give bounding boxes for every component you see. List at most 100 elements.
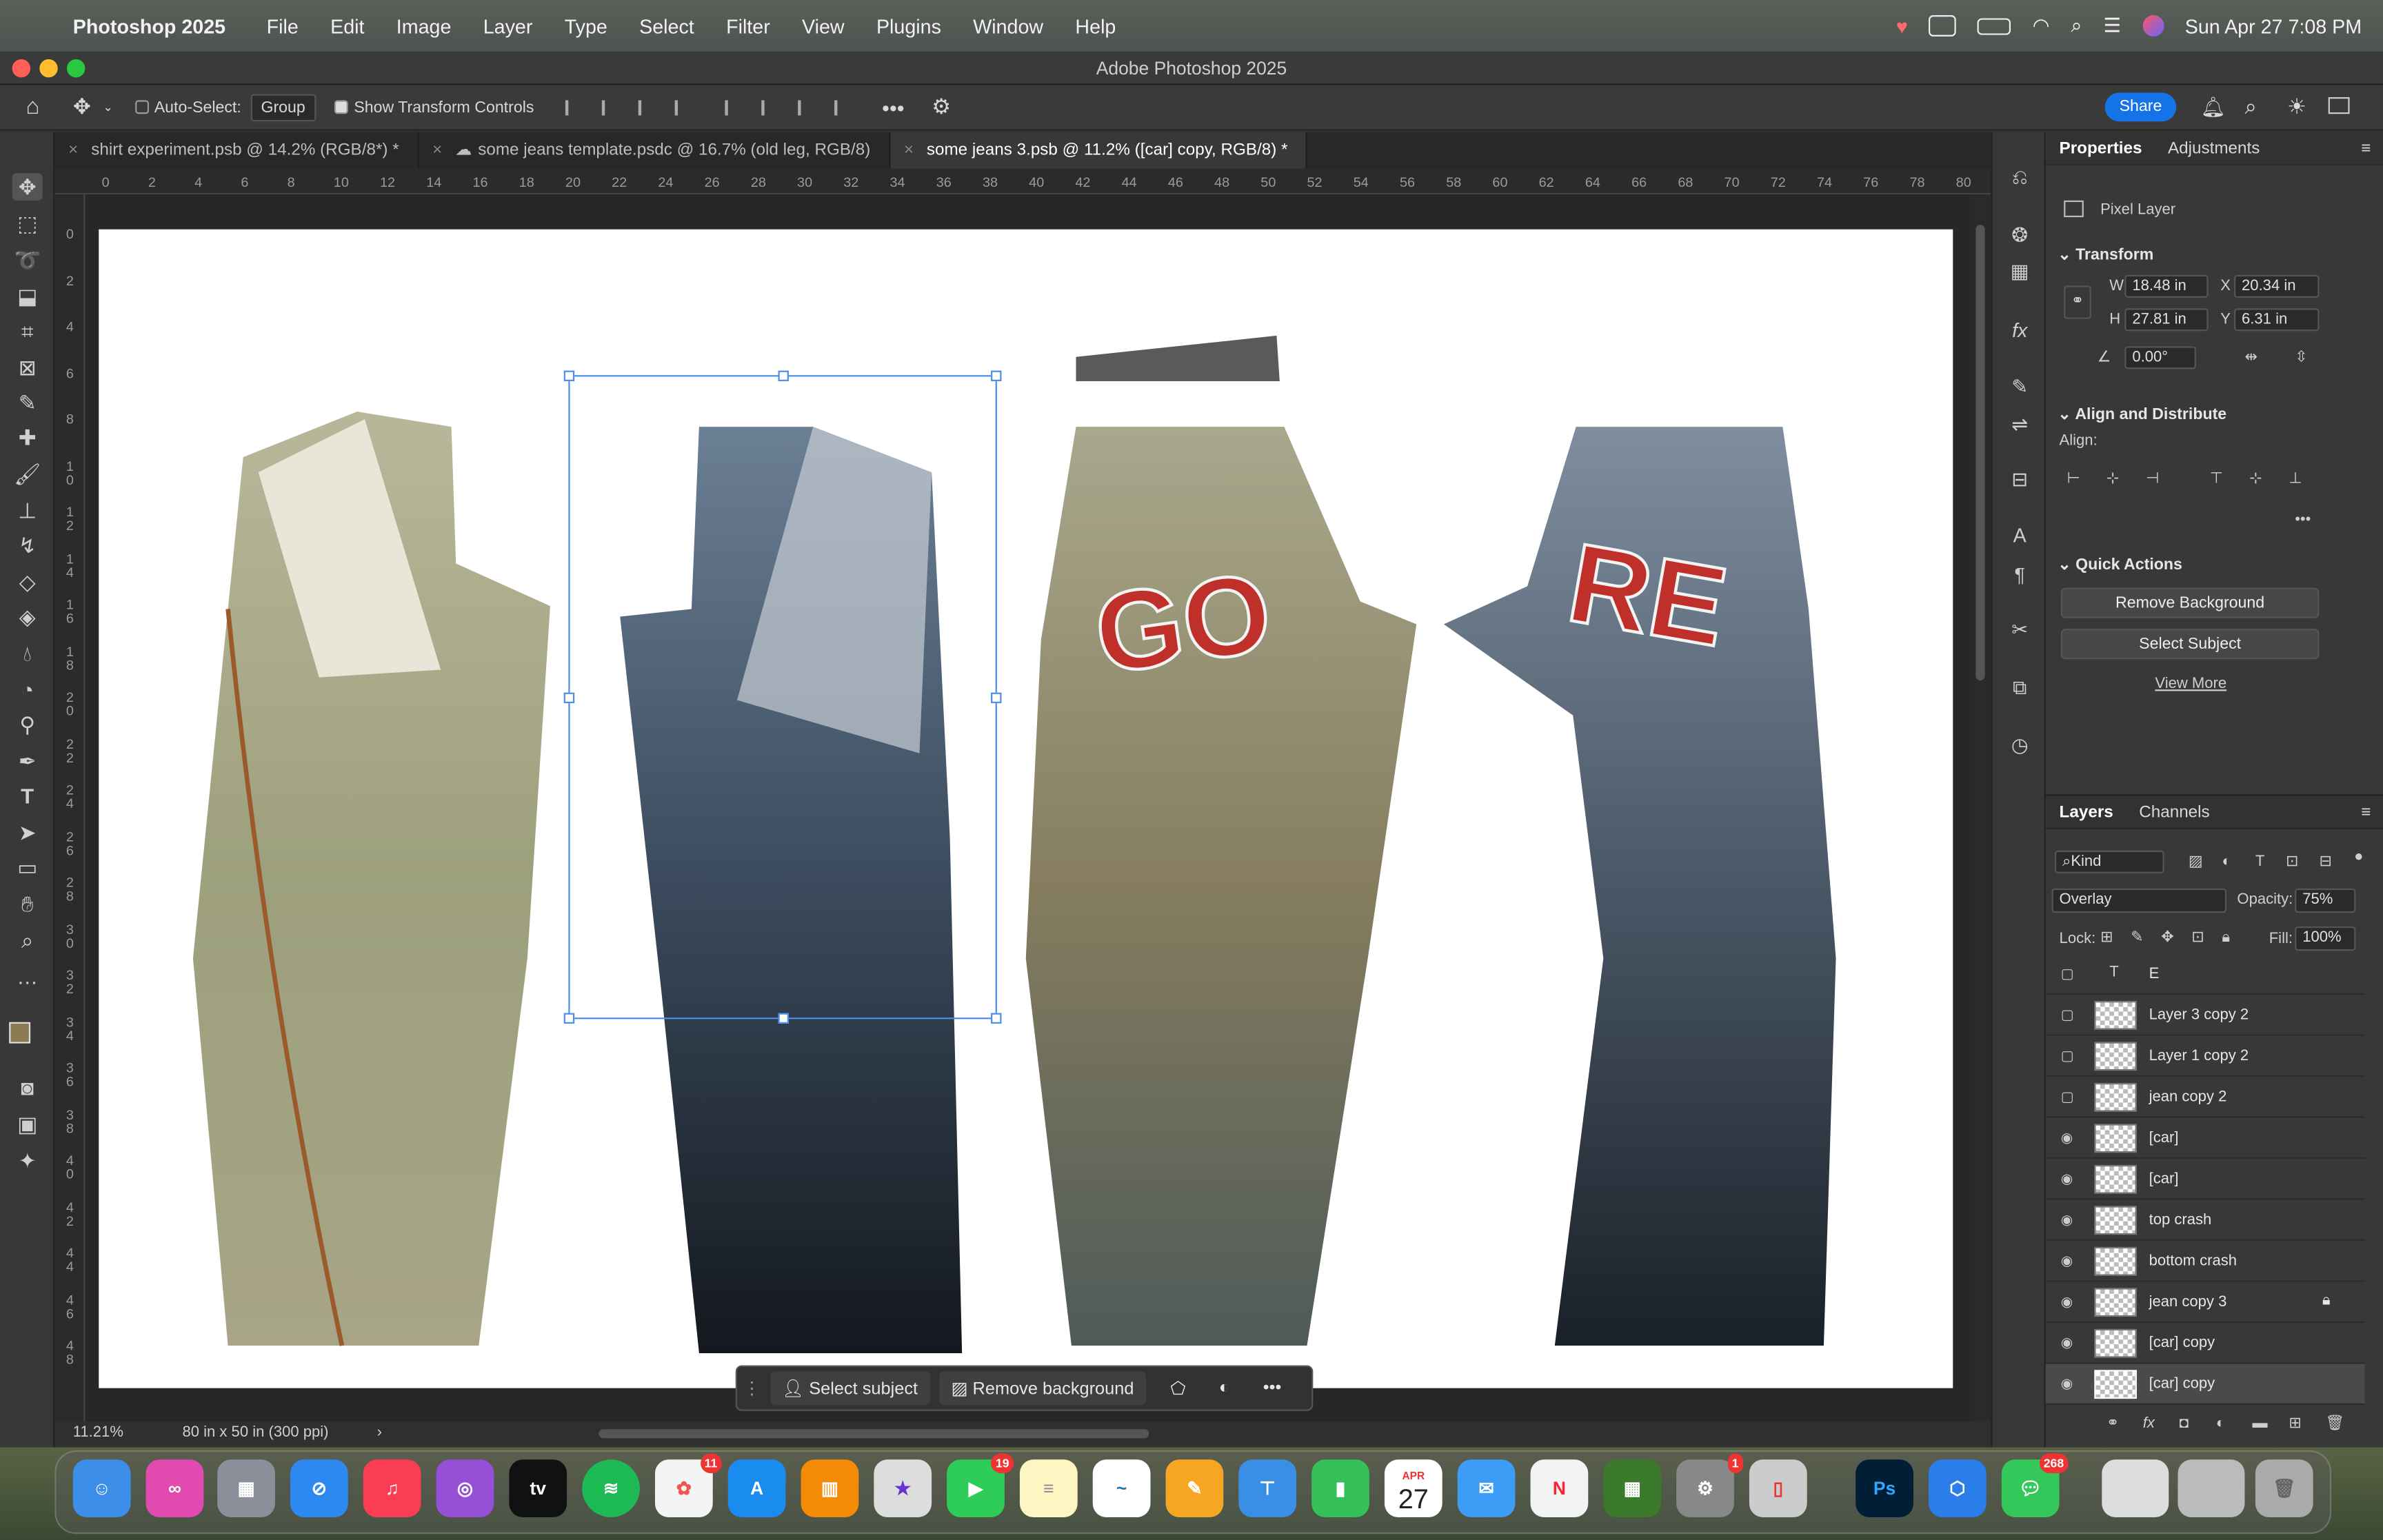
layer-row[interactable]: ◉ jean copy 3 🔒︎ <box>2045 1282 2365 1323</box>
layer-row[interactable]: ◉ bottom crash <box>2045 1241 2365 1282</box>
tab-some-jeans-3[interactable]: × some jeans 3.psb @ 11.2% ([car] copy, R… <box>889 132 1308 169</box>
blend-mode-dropdown[interactable]: Overlay <box>2051 888 2227 913</box>
menu-file[interactable]: File <box>267 14 299 37</box>
bell-icon[interactable]: 🔔︎ <box>2201 96 2226 120</box>
color-wheel-icon[interactable]: ❂ <box>2008 223 2032 247</box>
search-icon[interactable]: ⌕ <box>2244 94 2256 120</box>
eye-icon[interactable]: ◉ <box>2061 1294 2076 1309</box>
drag-handle-icon[interactable]: ⋮ <box>743 1377 761 1399</box>
adjustment-icon[interactable]: ◐ <box>1219 1379 1229 1397</box>
quick-actions-heading[interactable]: ⌄ Quick Actions <box>2058 556 2182 574</box>
eye-icon[interactable]: ◉ <box>2061 1171 2076 1186</box>
tool-presets-icon[interactable]: ✂ <box>2008 618 2032 642</box>
tab-jeans-template[interactable]: × ☁ some jeans template.psdc @ 16.7% (old … <box>419 132 890 169</box>
fill-field[interactable]: 100% <box>2295 926 2356 951</box>
path-selection-icon[interactable]: ➤ <box>12 819 43 847</box>
photoshop-icon[interactable]: Ps <box>1856 1459 1913 1517</box>
generative-icon[interactable]: ✦ <box>12 1146 43 1174</box>
layer-row[interactable]: ▢ Layer 3 copy 2 <box>2045 995 2365 1036</box>
layer-row[interactable]: ▢ jean copy 2 <box>2045 1077 2365 1118</box>
align-middle-icon[interactable]: ⊹ <box>2249 471 2262 487</box>
gear-icon[interactable]: ⚙ <box>932 94 951 120</box>
lock-all-icon[interactable]: 🔒︎ <box>2222 929 2230 946</box>
align-middle-icon[interactable] <box>762 99 777 115</box>
hand-tool-icon[interactable]: ✋︎ <box>12 890 43 918</box>
folder-icon[interactable]: ▬ <box>2252 1415 2267 1432</box>
eye-icon[interactable]: ◉ <box>2061 1130 2076 1145</box>
rectangle-tool-icon[interactable]: ▭ <box>12 853 43 881</box>
close-icon[interactable]: × <box>432 132 442 169</box>
podcasts-icon[interactable]: ◎ <box>436 1459 494 1517</box>
documents-stack-icon[interactable] <box>2178 1459 2245 1517</box>
tab-properties[interactable]: Properties <box>2046 140 2154 164</box>
discover-icon[interactable]: ☀ <box>2287 94 2306 120</box>
transform-handle[interactable] <box>563 1013 575 1024</box>
visibility-toggle[interactable]: ▢ <box>2061 1048 2076 1063</box>
flip-vertical-icon[interactable]: ⇳ <box>2295 349 2307 366</box>
downloads-stack-icon[interactable] <box>2102 1459 2169 1517</box>
clone-source-icon[interactable]: ⊟ <box>2008 468 2032 492</box>
transform-handle[interactable] <box>778 370 789 382</box>
filter-shape-icon[interactable]: ⊡ <box>2286 853 2298 870</box>
swatches-icon[interactable]: ▦ <box>2008 260 2032 284</box>
transform-handle[interactable] <box>563 692 575 704</box>
eye-icon[interactable]: ◉ <box>2061 1212 2076 1227</box>
menu-window[interactable]: Window <box>973 14 1043 37</box>
lasso-tool-icon[interactable]: ➰ <box>12 246 43 274</box>
x-field[interactable]: 20.34 in <box>2234 274 2320 298</box>
align-center-icon[interactable]: ⊹ <box>2107 471 2119 487</box>
menu-help[interactable]: Help <box>1075 14 1116 37</box>
transform-bounding-box[interactable] <box>563 370 1002 1024</box>
notes-icon[interactable]: ≡ <box>1019 1459 1078 1517</box>
paragraph-icon[interactable]: ¶ <box>2008 563 2032 587</box>
brush-settings-icon[interactable]: ✎ <box>2008 375 2032 399</box>
zoom-tool-icon[interactable]: ⌕ <box>12 926 43 954</box>
align-right-icon[interactable] <box>639 99 654 115</box>
siri-icon[interactable] <box>2142 15 2164 37</box>
tab-layers[interactable]: Layers <box>2046 803 2126 827</box>
layer-row[interactable]: ◉ [car] <box>2045 1118 2365 1159</box>
keynote-icon[interactable]: ⊤ <box>1238 1459 1297 1517</box>
chevron-down-icon[interactable]: ⌄ <box>103 100 113 114</box>
creative-cloud-icon[interactable]: ∞ <box>145 1459 204 1517</box>
books-icon[interactable]: ▥ <box>801 1459 859 1517</box>
marquee-tool-icon[interactable]: ⬚ <box>12 210 43 237</box>
align-top-icon[interactable]: ⊤ <box>2210 471 2223 487</box>
remove-background-button[interactable]: ▨ Remove background <box>938 1371 1147 1405</box>
transform-handle[interactable] <box>778 1013 789 1024</box>
screen-mode-icon[interactable]: ▣ <box>12 1111 43 1138</box>
fx-icon[interactable]: fx <box>2008 319 2032 343</box>
battery-icon[interactable] <box>1978 17 2011 34</box>
lock-pixels-icon[interactable]: ✎ <box>2131 929 2143 946</box>
tab-channels[interactable]: Channels <box>2125 803 2222 827</box>
numbers-icon[interactable]: ▮ <box>1311 1459 1369 1517</box>
distribute-vertical-icon[interactable] <box>834 99 850 115</box>
menu-select[interactable]: Select <box>639 14 694 37</box>
align-left-icon[interactable]: ⊢ <box>2067 471 2080 487</box>
tab-adjustments[interactable]: Adjustments <box>2154 140 2272 164</box>
adjustments-icon[interactable]: ⇌ <box>2008 413 2032 437</box>
history-icon[interactable]: ⎌ <box>2008 165 2032 190</box>
paint-bucket-icon[interactable]: ◈ <box>12 603 43 631</box>
search-icon[interactable]: ⌕ <box>2071 14 2082 38</box>
select-subject-button[interactable]: 👤︎ Select subject <box>770 1371 930 1405</box>
photos-icon[interactable]: ✿ 11 <box>654 1453 722 1517</box>
layer-row-selected[interactable]: ◉ [car] copy <box>2045 1364 2365 1405</box>
panel-menu-icon[interactable]: ≡ <box>2347 803 2383 827</box>
sponge-icon[interactable]: ⚲ <box>12 711 43 738</box>
eraser-tool-icon[interactable]: ◇ <box>12 568 43 596</box>
apple-tv-icon[interactable]: tv <box>509 1459 567 1517</box>
width-field[interactable]: 18.48 in <box>2124 274 2209 298</box>
home-icon[interactable]: ⌂ <box>26 94 39 120</box>
trash-icon[interactable]: 🗑︎ <box>2255 1459 2313 1517</box>
libraries-icon[interactable]: ⧉ <box>2008 676 2032 700</box>
horizontal-scrollbar[interactable] <box>599 1429 1149 1439</box>
transform-icon[interactable]: ⬠ <box>1170 1377 1185 1399</box>
share-button[interactable]: Share <box>2104 92 2177 122</box>
adjustment-layer-icon[interactable]: ◐ <box>2216 1415 2225 1432</box>
filter-type-icon[interactable]: T <box>2255 853 2264 870</box>
align-top-icon[interactable] <box>725 99 741 115</box>
control-center-icon[interactable]: ☰ <box>2103 14 2121 38</box>
align-left-icon[interactable] <box>565 99 581 115</box>
close-icon[interactable]: × <box>68 132 78 169</box>
